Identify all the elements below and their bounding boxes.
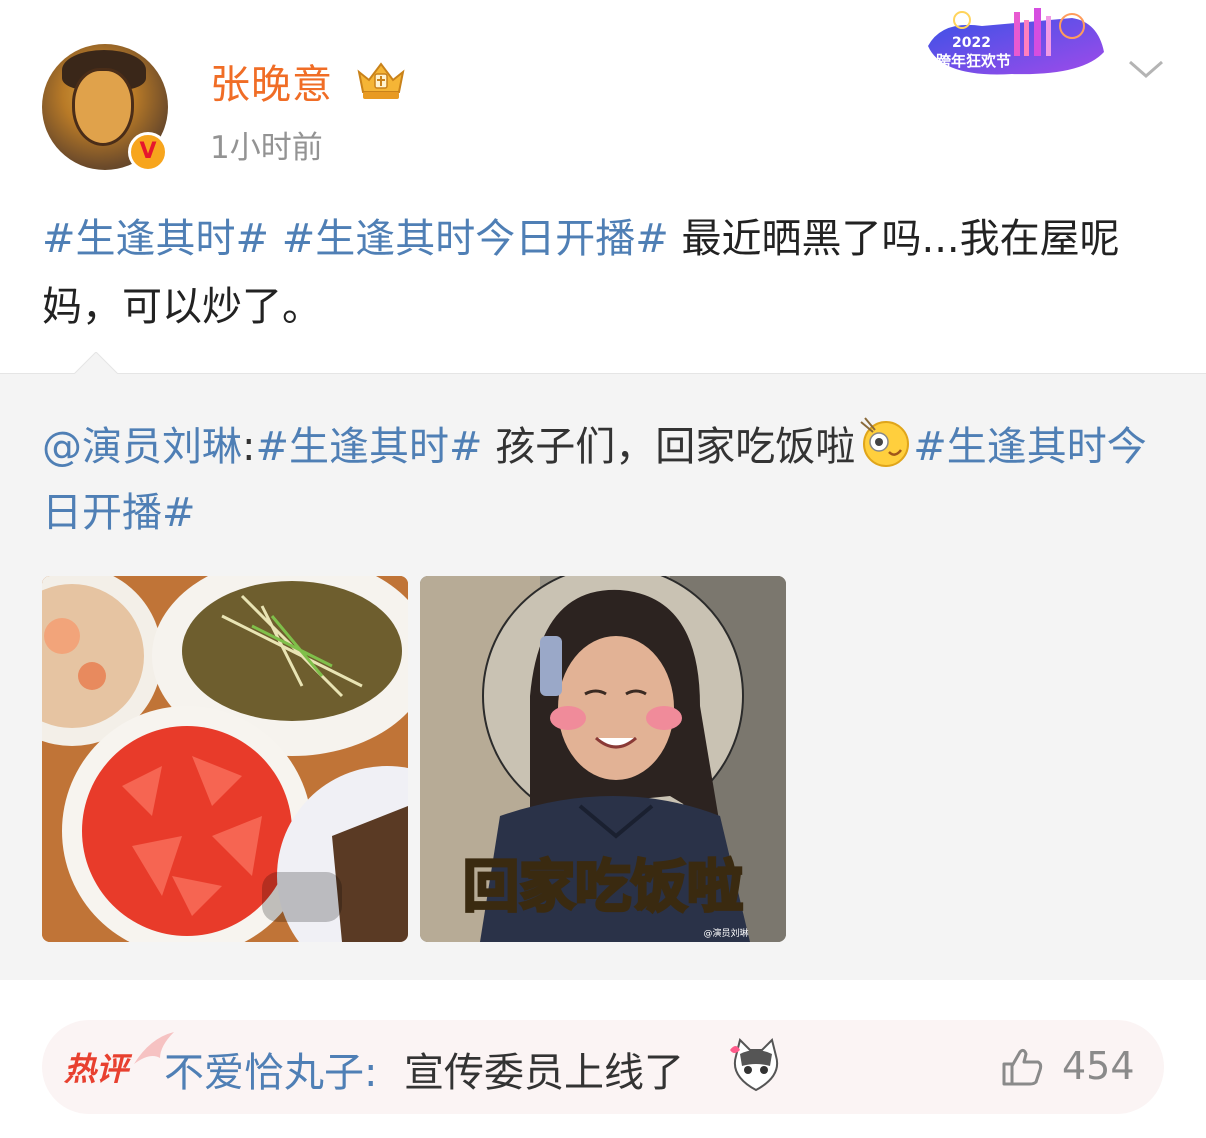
post-text: #生逢其时# #生逢其时今日开播# 最近晒黑了吗...我在屋呢妈，可以炒了。 bbox=[42, 205, 1162, 341]
laughing-emoji-icon bbox=[860, 417, 910, 467]
hot-comment[interactable]: 热评 不爱恰丸子: 宣传委员上线了 454 bbox=[42, 1020, 1164, 1114]
event-banner[interactable]: 2022 跨年狂欢节 bbox=[922, 6, 1108, 84]
thumbs-up-icon[interactable] bbox=[1000, 1044, 1044, 1088]
topic-link[interactable]: #生逢其时今日开播# bbox=[282, 216, 669, 262]
image-watermark: @演员刘琳 bbox=[703, 927, 748, 939]
username[interactable]: 张晚意 bbox=[210, 52, 333, 110]
woman-photo[interactable]: 回家吃饭啦 @演员刘琳 bbox=[420, 576, 786, 942]
repost-pointer bbox=[74, 352, 118, 374]
image-caption: 回家吃饭啦 bbox=[463, 855, 743, 920]
repost-body-text: 孩子们，回家吃饭啦 bbox=[482, 424, 856, 470]
like-count: 454 bbox=[1062, 1044, 1135, 1088]
food-photo[interactable] bbox=[42, 576, 408, 942]
comment-text: 宣传委员上线了 bbox=[404, 1050, 684, 1096]
repost-author-link[interactable]: @演员刘琳 bbox=[42, 424, 242, 470]
post-header: V 张晚意 1小时前 2022 跨年狂欢节 bbox=[0, 0, 1206, 190]
topic-link[interactable]: #生逢其时# bbox=[42, 216, 269, 262]
verified-badge-icon: V bbox=[128, 132, 168, 172]
woman-photo-art: 回家吃饭啦 @演员刘琳 bbox=[420, 576, 786, 942]
chevron-down-icon[interactable] bbox=[1126, 54, 1166, 84]
hot-comment-label: 热评 bbox=[64, 1050, 129, 1088]
repost-text: @演员刘琳:#生逢其时# 孩子们，回家吃饭啦 #生逢其时今日开播# bbox=[42, 414, 1172, 546]
repost-card[interactable]: @演员刘琳:#生逢其时# 孩子们，回家吃饭啦 #生逢其时今日开播# 回家吃饭啦 … bbox=[0, 352, 1206, 980]
crown-icon[interactable] bbox=[355, 58, 407, 102]
cat-emoji-icon bbox=[730, 1038, 778, 1092]
repost-separator: : bbox=[242, 424, 256, 470]
food-photo-art bbox=[42, 576, 408, 942]
avatar-face bbox=[72, 68, 134, 146]
banner-text: 跨年狂欢节 bbox=[936, 52, 1011, 70]
topic-link[interactable]: #生逢其时# bbox=[255, 424, 482, 470]
timestamp: 1小时前 bbox=[210, 130, 323, 166]
commenter-name[interactable]: 不爱恰丸子: bbox=[164, 1040, 377, 1098]
banner-year: 2022 bbox=[952, 35, 991, 51]
